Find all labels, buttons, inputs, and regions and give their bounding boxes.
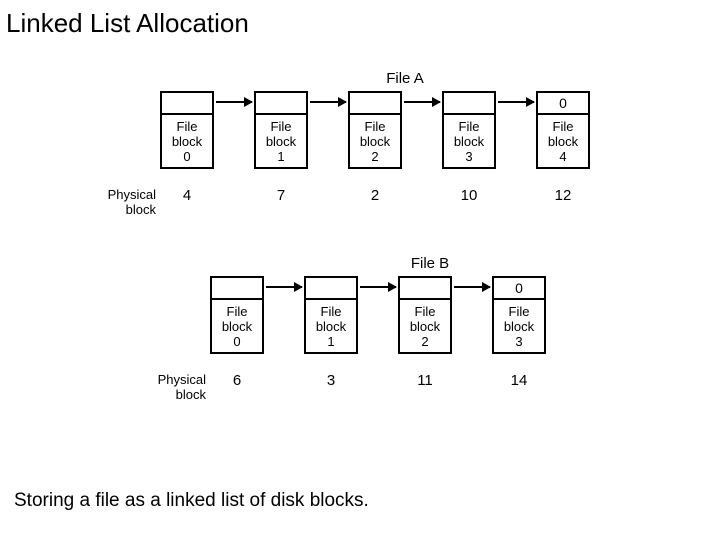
arrow-icon (216, 101, 252, 103)
physical-block-label: Physicalblock (84, 187, 156, 217)
diagram-container: File A Fileblock0 Fileblock1 Fileblock2 … (90, 70, 650, 412)
ptr-cell (444, 93, 494, 115)
file-b-chain: Fileblock0 Fileblock1 Fileblock2 0 Fileb… (210, 276, 650, 366)
ptr-cell (256, 93, 306, 115)
physical-block-label: Physicalblock (134, 372, 206, 402)
block-body: Fileblock0 (162, 115, 212, 164)
file-a-label: File A (160, 70, 650, 87)
file-b-block-1: Fileblock1 (304, 276, 358, 354)
arrow-icon (498, 101, 534, 103)
file-a-block-2: Fileblock2 (348, 91, 402, 169)
arrow-icon (266, 286, 302, 288)
file-b-section: File B Fileblock0 Fileblock1 Fileblock2 … (90, 255, 650, 412)
arrow-icon (454, 286, 490, 288)
block-body: Fileblock2 (400, 300, 450, 349)
file-b-block-0: Fileblock0 (210, 276, 264, 354)
block-body: Fileblock1 (256, 115, 306, 164)
ptr-cell (350, 93, 400, 115)
block-body: Fileblock4 (538, 115, 588, 164)
file-a-physical-row: Physicalblock 4 7 2 10 12 (90, 187, 650, 227)
caption-text: Storing a file as a linked list of disk … (14, 490, 369, 512)
file-a-block-4: 0 Fileblock4 (536, 91, 590, 169)
phys-num: 11 (398, 372, 452, 389)
ptr-cell (162, 93, 212, 115)
file-a-chain: Fileblock0 Fileblock1 Fileblock2 Fileblo… (160, 91, 650, 181)
file-b-label: File B (210, 255, 650, 272)
arrow-icon (310, 101, 346, 103)
ptr-cell (212, 278, 262, 300)
phys-num: 7 (254, 187, 308, 204)
block-body: Fileblock3 (444, 115, 494, 164)
phys-num: 6 (210, 372, 264, 389)
ptr-cell: 0 (538, 93, 588, 115)
arrow-icon (404, 101, 440, 103)
ptr-cell (306, 278, 356, 300)
phys-num: 3 (304, 372, 358, 389)
phys-num: 14 (492, 372, 546, 389)
phys-num: 12 (536, 187, 590, 204)
file-b-physical-row: Physicalblock 6 3 11 14 (90, 372, 650, 412)
block-body: Fileblock0 (212, 300, 262, 349)
page-title: Linked List Allocation (6, 8, 249, 39)
file-b-block-3: 0 Fileblock3 (492, 276, 546, 354)
file-a-block-3: Fileblock3 (442, 91, 496, 169)
ptr-cell (400, 278, 450, 300)
file-a-block-1: Fileblock1 (254, 91, 308, 169)
block-body: Fileblock3 (494, 300, 544, 349)
phys-num: 4 (160, 187, 214, 204)
file-a-block-0: Fileblock0 (160, 91, 214, 169)
block-body: Fileblock1 (306, 300, 356, 349)
arrow-icon (360, 286, 396, 288)
phys-num: 2 (348, 187, 402, 204)
file-b-block-2: Fileblock2 (398, 276, 452, 354)
block-body: Fileblock2 (350, 115, 400, 164)
ptr-cell: 0 (494, 278, 544, 300)
phys-num: 10 (442, 187, 496, 204)
